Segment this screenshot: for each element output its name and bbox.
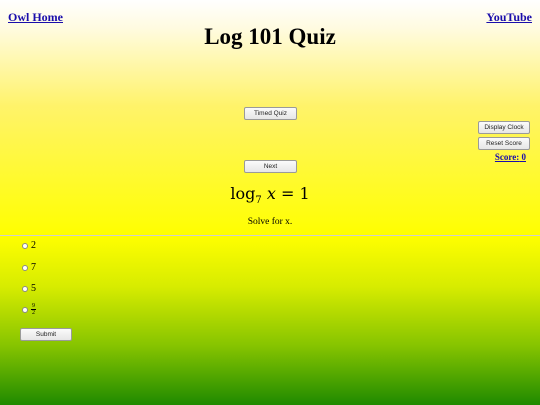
option-fraction: 9 2 [31,303,36,316]
equation-variable: x [266,184,276,203]
question-instruction: Solve for x. [247,217,293,227]
equation-func: log [230,184,256,203]
answer-option[interactable]: 7 [22,262,36,273]
display-clock-button[interactable]: Display Clock [478,121,530,134]
timed-quiz-button[interactable]: Timed Quiz [244,107,297,120]
equation-rhs: = 1 [280,184,310,203]
radio-button[interactable] [22,306,28,313]
answer-option[interactable]: 2 [22,240,36,251]
answer-panel [0,236,540,405]
page-title: Log 101 Quiz [204,24,336,49]
fraction-numerator: 9 [31,303,36,310]
owl-home-link[interactable]: Owl Home [8,10,63,25]
equation-base: 7 [255,195,262,207]
next-button[interactable]: Next [244,160,297,173]
score-value: 0 [521,152,527,162]
radio-button[interactable] [22,242,28,249]
score-display[interactable]: Score: 0 [495,152,526,162]
option-label: 7 [31,262,36,273]
answer-option[interactable]: 9 2 [22,303,36,316]
radio-button[interactable] [22,264,28,271]
youtube-link[interactable]: YouTube [486,10,532,25]
question-equation: log7 x = 1 [0,184,540,206]
radio-button[interactable] [22,285,28,292]
answer-option[interactable]: 5 [22,283,36,294]
option-label: 2 [31,240,36,251]
reset-score-button[interactable]: Reset Score [478,137,530,150]
option-label: 5 [31,283,36,294]
submit-button[interactable]: Submit [20,328,72,341]
fraction-denominator: 2 [32,310,35,316]
score-label: Score: [494,152,520,162]
